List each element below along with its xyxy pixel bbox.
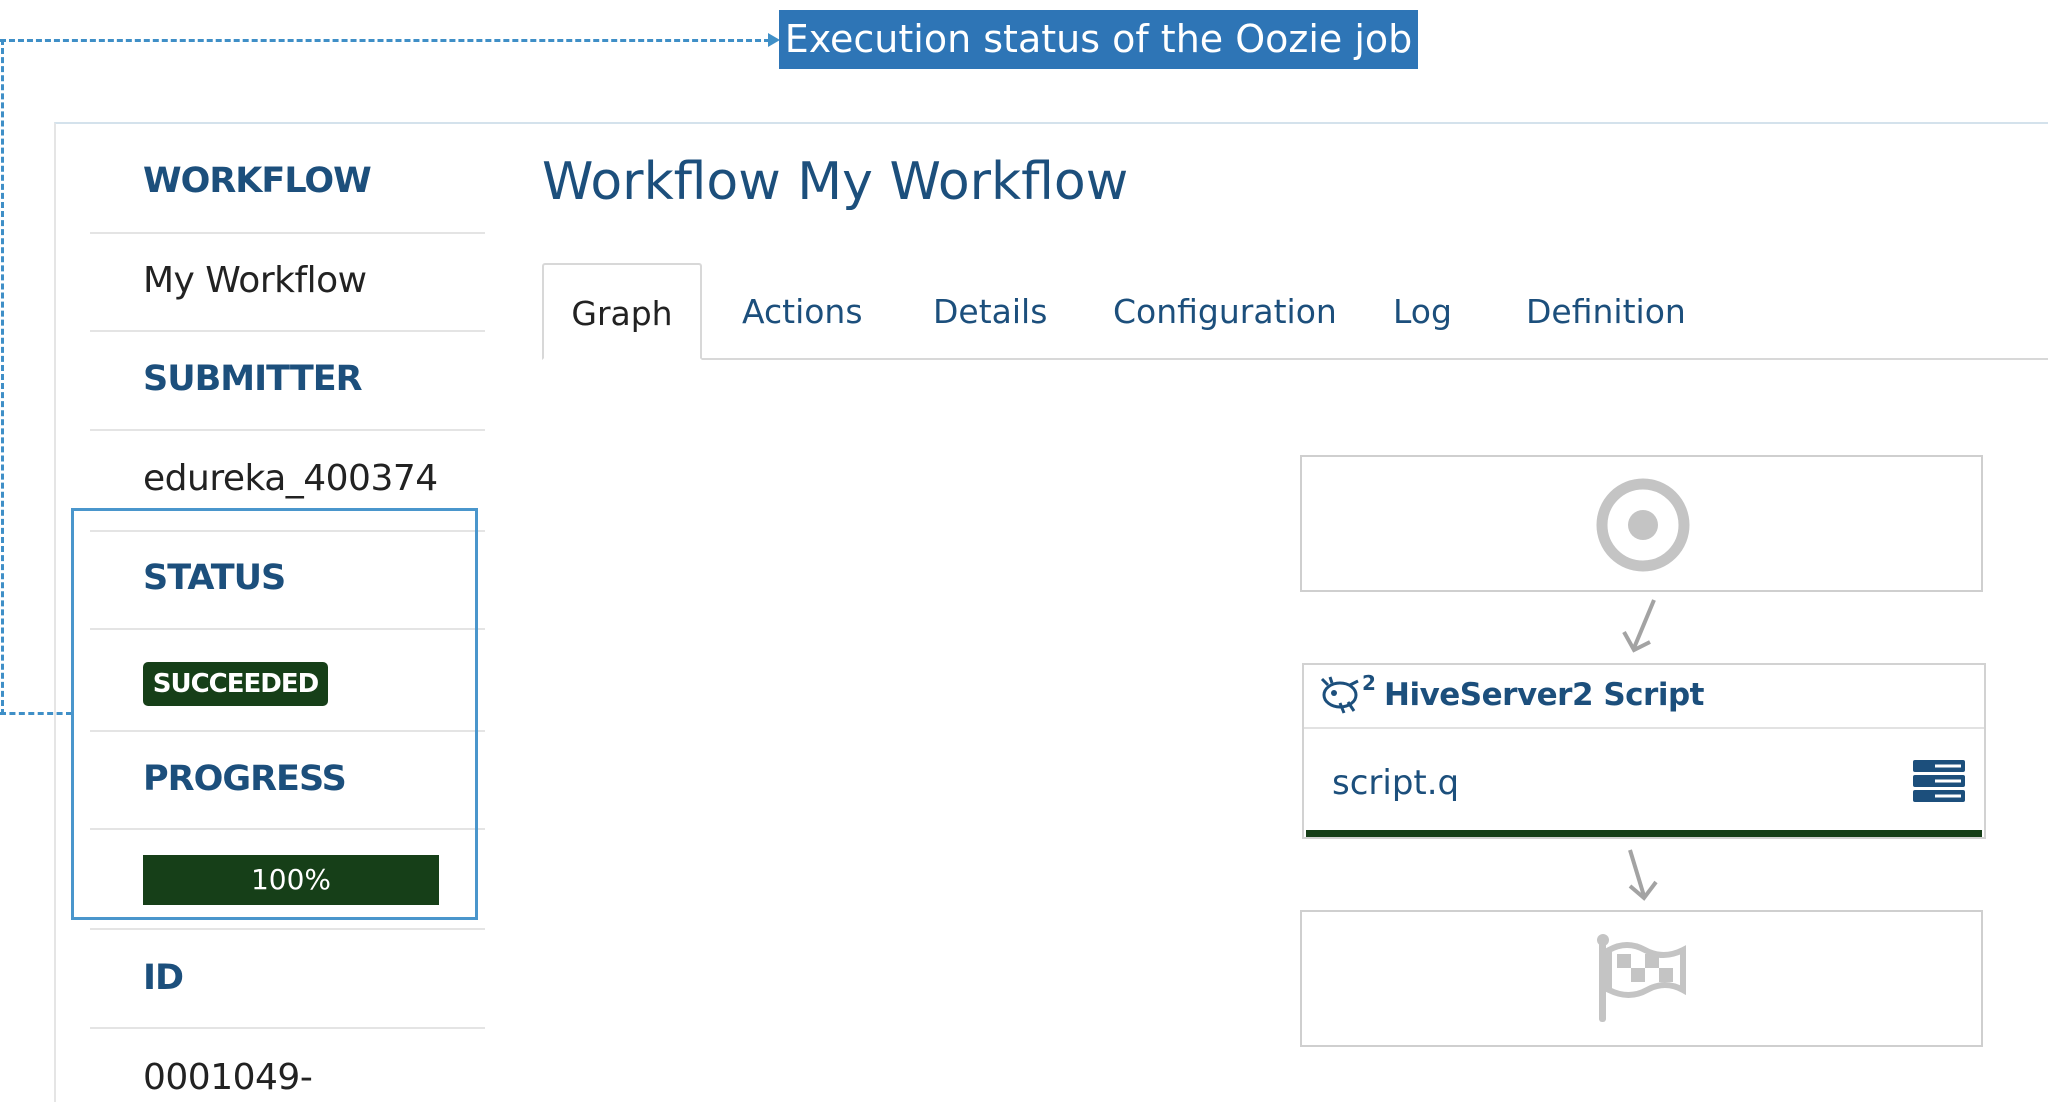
- action-header: 2 HiveServer2 Script: [1304, 665, 1984, 729]
- action-count-badge: 2: [1362, 671, 1376, 695]
- tab-details[interactable]: Details: [933, 263, 1047, 360]
- hive-action-node[interactable]: 2 HiveServer2 Script script.q: [1302, 663, 1986, 839]
- hive-icon: [1320, 676, 1359, 714]
- annotation-highlight-box: [71, 508, 478, 920]
- submitter-label: SUBMITTER: [143, 359, 363, 399]
- action-progress-bar: [1306, 830, 1982, 837]
- id-label: ID: [143, 958, 184, 998]
- tab-graph[interactable]: Graph: [542, 263, 702, 360]
- sidebar-divider: [90, 1027, 485, 1029]
- page-title: Workflow My Workflow: [542, 152, 1129, 212]
- sidebar-divider: [90, 928, 485, 930]
- script-name: script.q: [1332, 763, 1460, 803]
- tab-actions[interactable]: Actions: [742, 263, 863, 360]
- id-value: 0001049-: [143, 1057, 313, 1098]
- annotation-leader-line-vertical: [1, 39, 4, 715]
- submitter-value: edureka_400374: [143, 458, 438, 499]
- list-icon[interactable]: [1911, 758, 1967, 804]
- tab-log[interactable]: Log: [1393, 263, 1452, 360]
- workflow-name-value: My Workflow: [143, 260, 367, 301]
- down-arrow-icon: [1628, 849, 1658, 901]
- sidebar-divider: [90, 232, 485, 234]
- end-node[interactable]: [1300, 910, 1983, 1047]
- tab-definition[interactable]: Definition: [1526, 263, 1686, 360]
- sidebar-divider: [90, 330, 485, 332]
- annotation-callout: Execution status of the Oozie job: [779, 10, 1418, 69]
- workflow-label: WORKFLOW: [143, 161, 372, 201]
- start-node[interactable]: [1300, 455, 1983, 592]
- sidebar-divider: [90, 429, 485, 431]
- annotation-leader-line-top: [0, 39, 770, 42]
- action-title: HiveServer2 Script: [1384, 677, 1704, 713]
- target-icon: [1596, 478, 1690, 572]
- down-arrow-icon: [1622, 599, 1656, 653]
- flag-icon: [1597, 934, 1686, 1022]
- tab-configuration[interactable]: Configuration: [1113, 263, 1337, 360]
